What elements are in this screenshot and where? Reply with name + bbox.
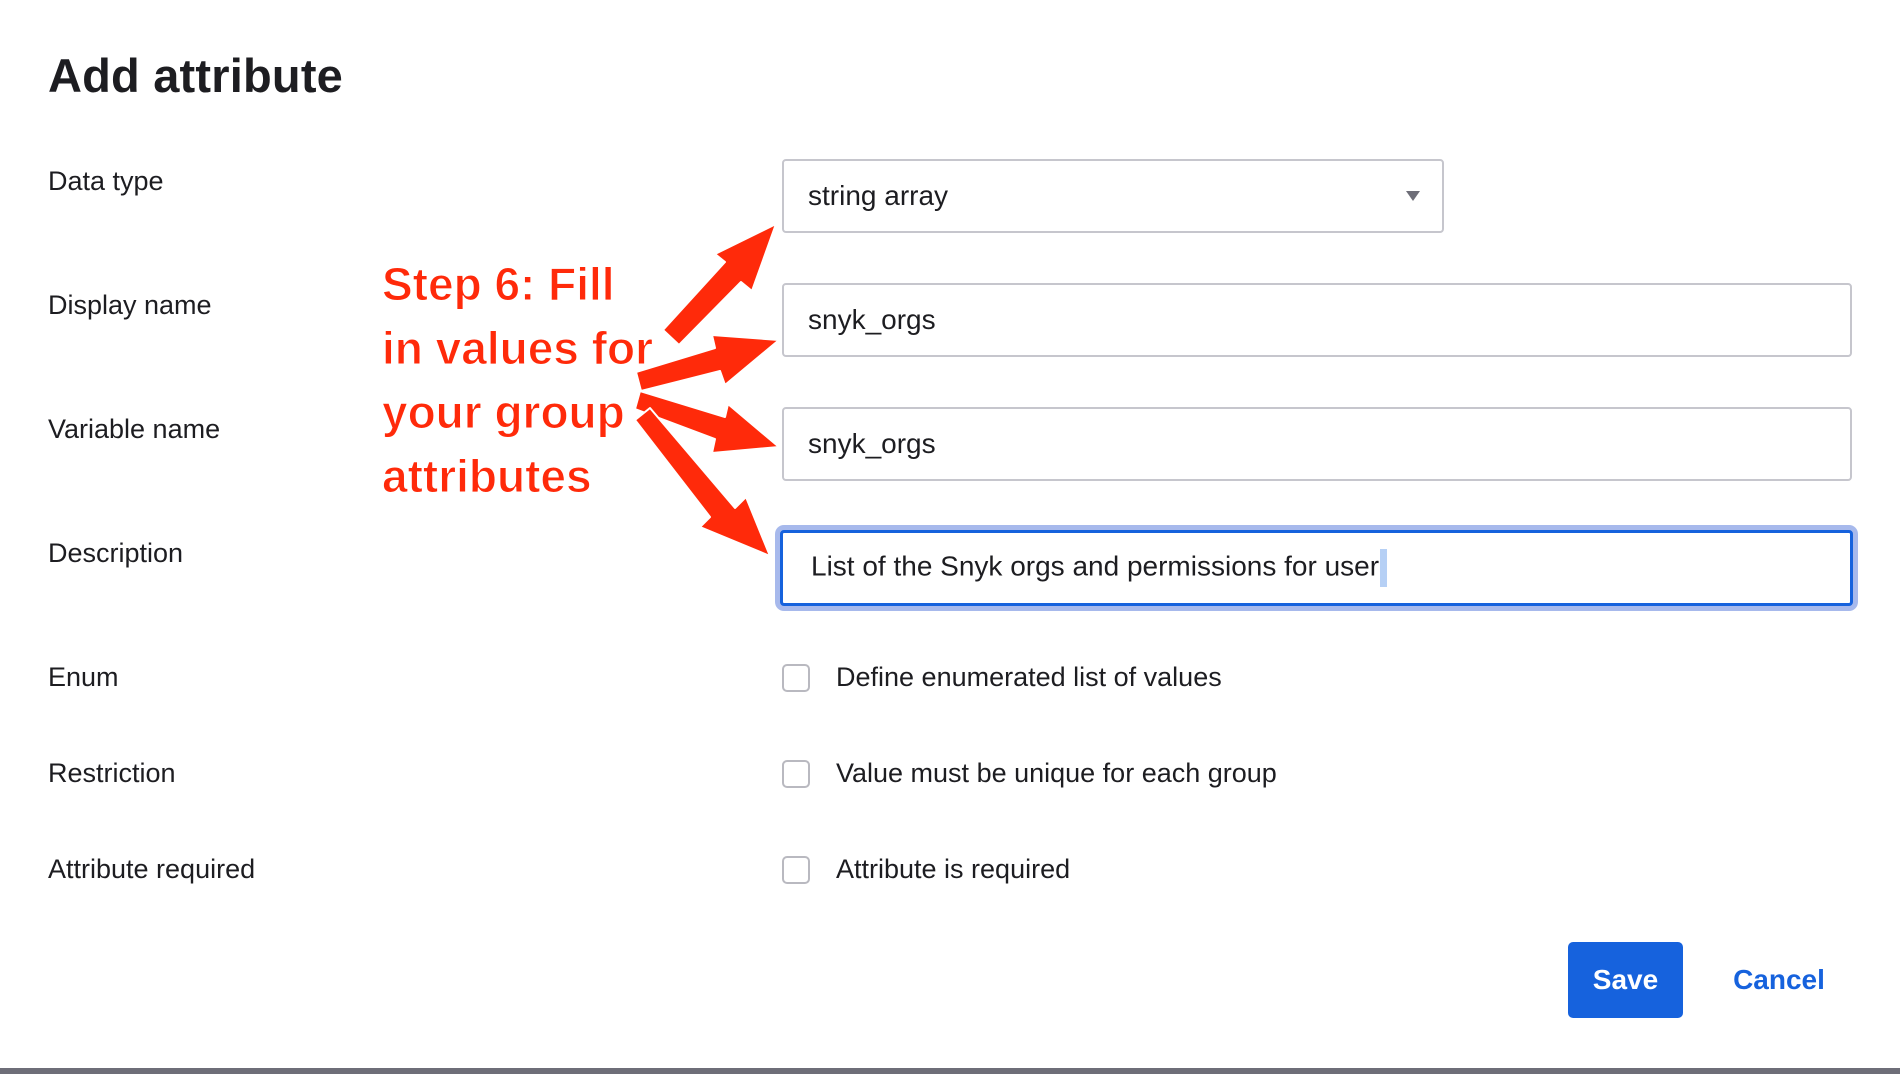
annotation-line: in values for <box>382 322 654 375</box>
annotation-line: your group <box>382 386 626 439</box>
arrow-to-data-type <box>662 223 777 346</box>
annotation-line: attributes <box>382 450 593 503</box>
add-attribute-dialog: Add attribute Data type Display name Var… <box>0 0 1900 1068</box>
annotation-arrows <box>634 223 780 557</box>
annotation-line: Step 6: Fill <box>382 258 616 311</box>
backdrop-edge <box>0 1068 1900 1074</box>
arrow-to-display-name <box>635 334 780 392</box>
step-annotation: Step 6: Fill in values for your group at… <box>382 252 654 508</box>
